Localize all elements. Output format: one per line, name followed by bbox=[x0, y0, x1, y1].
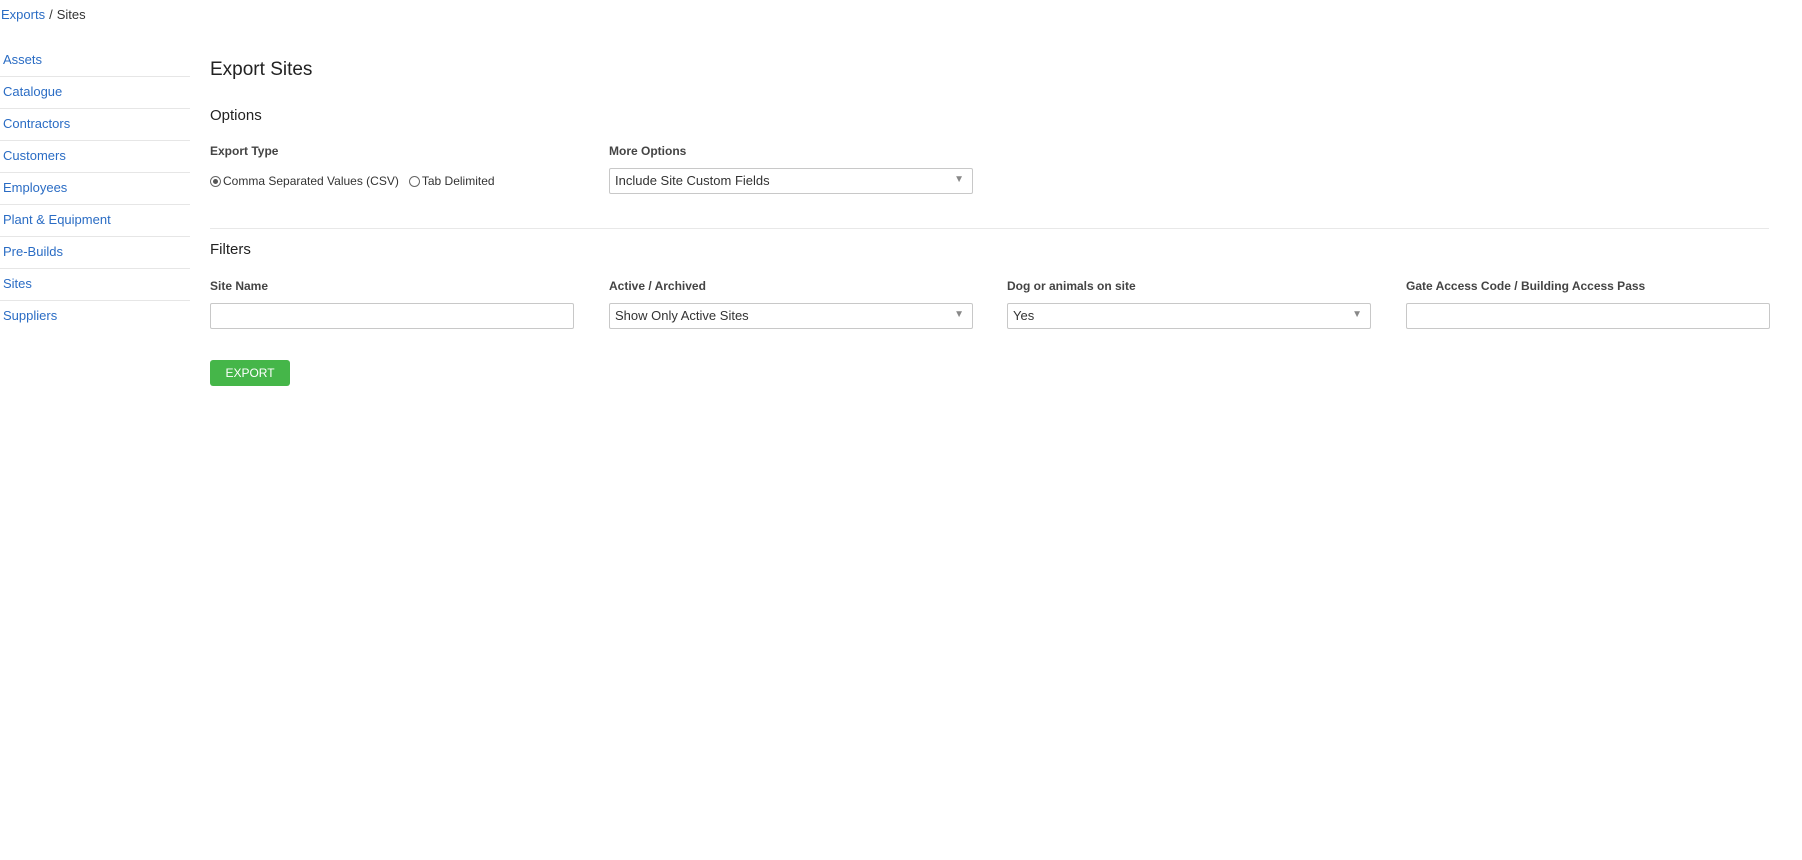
breadcrumb-exports-link[interactable]: Exports bbox=[1, 7, 45, 22]
more-options-label: More Options bbox=[609, 144, 687, 158]
sidebar-link-sites[interactable]: Sites bbox=[3, 276, 32, 291]
sidebar-link-employees[interactable]: Employees bbox=[3, 180, 67, 195]
sidebar-item-catalogue: Catalogue bbox=[0, 77, 190, 109]
breadcrumb-separator: / bbox=[49, 7, 53, 22]
radio-checked-icon[interactable] bbox=[210, 175, 221, 187]
dog-animals-label: Dog or animals on site bbox=[1007, 279, 1136, 293]
export-type-csv-option[interactable]: Comma Separated Values (CSV) bbox=[210, 174, 399, 188]
active-archived-value: Show Only Active Sites bbox=[615, 308, 749, 323]
sidebar-item-assets: Assets bbox=[0, 45, 190, 77]
sidebar-item-customers: Customers bbox=[0, 141, 190, 173]
export-type-radio-group: Comma Separated Values (CSV) Tab Delimit… bbox=[210, 174, 505, 188]
more-options-value: Include Site Custom Fields bbox=[615, 173, 770, 188]
export-button[interactable]: EXPORT bbox=[210, 360, 290, 386]
active-archived-select[interactable]: Show Only Active Sites ▼ bbox=[609, 303, 973, 329]
sidebar-link-catalogue[interactable]: Catalogue bbox=[3, 84, 62, 99]
page-title: Export Sites bbox=[210, 59, 313, 80]
dog-animals-value: Yes bbox=[1013, 308, 1035, 323]
chevron-down-icon: ▼ bbox=[1352, 309, 1362, 320]
sidebar-link-plant-equipment[interactable]: Plant & Equipment bbox=[3, 212, 111, 227]
filters-section-title: Filters bbox=[210, 241, 251, 258]
sidebar-link-suppliers[interactable]: Suppliers bbox=[3, 308, 57, 323]
export-type-tab-option[interactable]: Tab Delimited bbox=[408, 174, 495, 188]
sidebar-item-employees: Employees bbox=[0, 173, 190, 205]
site-name-label: Site Name bbox=[210, 279, 269, 293]
section-divider bbox=[210, 228, 1769, 229]
sidebar-link-contractors[interactable]: Contractors bbox=[3, 116, 70, 131]
chevron-down-icon: ▼ bbox=[954, 309, 964, 320]
options-section-title: Options bbox=[210, 107, 262, 124]
sidebar-item-sites: Sites bbox=[0, 269, 190, 301]
sidebar-item-suppliers: Suppliers bbox=[0, 301, 190, 333]
active-archived-label: Active / Archived bbox=[609, 279, 706, 293]
sidebar-link-pre-builds[interactable]: Pre-Builds bbox=[3, 244, 63, 259]
sidebar-nav: Assets Catalogue Contractors Customers E… bbox=[0, 45, 190, 333]
radio-unchecked-icon[interactable] bbox=[408, 175, 420, 187]
sidebar-link-customers[interactable]: Customers bbox=[3, 148, 66, 163]
export-type-label: Export Type bbox=[210, 144, 279, 158]
sidebar-item-contractors: Contractors bbox=[0, 109, 190, 141]
export-type-csv-label: Comma Separated Values (CSV) bbox=[223, 174, 399, 188]
sidebar-item-pre-builds: Pre-Builds bbox=[0, 237, 190, 269]
site-name-input[interactable] bbox=[210, 303, 574, 329]
export-type-tab-label: Tab Delimited bbox=[421, 174, 495, 188]
gate-access-label: Gate Access Code / Building Access Pass bbox=[1406, 279, 1646, 293]
more-options-select[interactable]: Include Site Custom Fields ▼ bbox=[609, 168, 973, 194]
breadcrumb: Exports / Sites bbox=[1, 7, 86, 22]
dog-animals-select[interactable]: Yes ▼ bbox=[1007, 303, 1371, 329]
breadcrumb-current: Sites bbox=[56, 7, 86, 22]
sidebar-item-plant-equipment: Plant & Equipment bbox=[0, 205, 190, 237]
chevron-down-icon: ▼ bbox=[954, 174, 964, 185]
sidebar-link-assets[interactable]: Assets bbox=[3, 52, 42, 67]
gate-access-input[interactable] bbox=[1406, 303, 1770, 329]
